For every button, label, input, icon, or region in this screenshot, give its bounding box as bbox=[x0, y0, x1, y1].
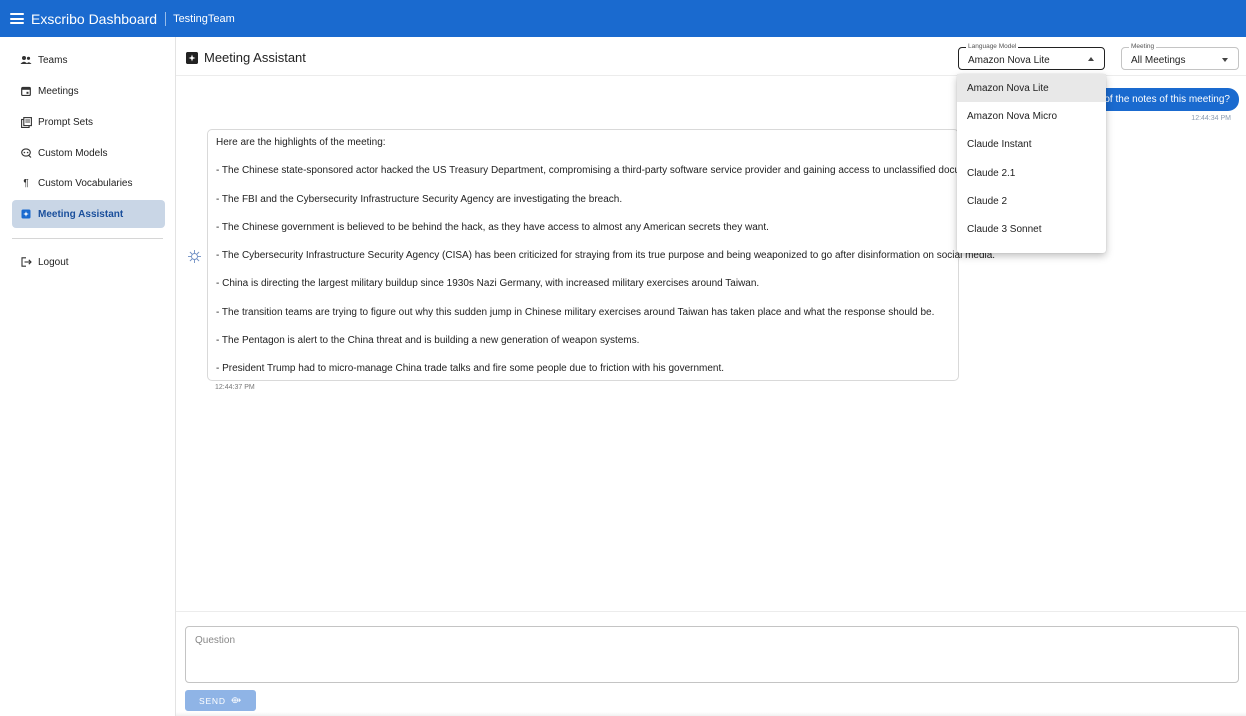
sidebar-item-custom-vocabularies[interactable]: ¶ Custom Vocabularies bbox=[12, 169, 165, 197]
bottom-shadow bbox=[176, 712, 1246, 716]
meeting-label: Meeting bbox=[1129, 43, 1157, 51]
sidebar-item-meeting-assistant[interactable]: Meeting Assistant bbox=[12, 200, 165, 228]
user-message-time: 12:44:34 PM bbox=[1191, 115, 1231, 122]
assistant-message: Here are the highlights of the meeting: … bbox=[207, 129, 996, 381]
menu-icon[interactable] bbox=[10, 13, 24, 24]
assistant-message-line: - The Cybersecurity Infrastructure Secur… bbox=[216, 250, 996, 262]
send-icon: ⟴ bbox=[230, 695, 243, 705]
page-title: Meeting Assistant bbox=[204, 50, 306, 65]
model-option[interactable]: Claude 3 Sonnet bbox=[957, 215, 1106, 243]
meeting-value: All Meetings bbox=[1131, 55, 1186, 66]
assistant-message-line: - The transition teams are trying to fig… bbox=[216, 306, 935, 318]
library-icon bbox=[20, 116, 32, 128]
sidebar-item-label: Meeting Assistant bbox=[38, 208, 124, 220]
language-model-value: Amazon Nova Lite bbox=[968, 55, 1050, 66]
user-message-text: s of the notes of this meeting? bbox=[1096, 94, 1230, 105]
send-button[interactable]: SEND ⟴ bbox=[185, 690, 256, 711]
caret-down-icon bbox=[1222, 58, 1228, 62]
logout-icon bbox=[20, 256, 32, 268]
sidebar: Teams Meetings Prompt Sets Custom Models… bbox=[0, 37, 176, 716]
calendar-icon bbox=[20, 85, 32, 97]
assistant-icon bbox=[186, 52, 198, 64]
sidebar-item-logout[interactable]: Logout bbox=[12, 248, 165, 276]
assistant-icon bbox=[20, 208, 32, 220]
sidebar-item-prompt-sets[interactable]: Prompt Sets bbox=[12, 108, 165, 136]
question-input[interactable] bbox=[185, 626, 1239, 683]
sidebar-item-custom-models[interactable]: Custom Models bbox=[12, 139, 165, 167]
assistant-message-line: - China is directing the largest militar… bbox=[216, 278, 760, 290]
assistant-message-line: Here are the highlights of the meeting: bbox=[216, 137, 386, 148]
language-model-label: Language Model bbox=[966, 43, 1019, 51]
sidebar-item-label: Prompt Sets bbox=[38, 116, 94, 128]
model-option[interactable]: Claude Instant bbox=[957, 131, 1106, 159]
sidebar-item-meetings[interactable]: Meetings bbox=[12, 77, 165, 105]
people-icon bbox=[20, 54, 32, 66]
caret-up-icon bbox=[1088, 57, 1094, 61]
pilcrow-icon: ¶ bbox=[23, 177, 29, 189]
input-divider bbox=[176, 611, 1246, 612]
sidebar-item-label: Custom Models bbox=[38, 147, 108, 159]
model-option[interactable]: Amazon Nova Lite bbox=[957, 74, 1106, 103]
sidebar-item-teams[interactable]: Teams bbox=[12, 46, 165, 74]
sidebar-item-label: Meetings bbox=[38, 85, 79, 97]
assistant-message-line: - The FBI and the Cybersecurity Infrastr… bbox=[216, 193, 623, 205]
assistant-message-time: 12:44:37 PM bbox=[215, 384, 255, 391]
team-name: TestingTeam bbox=[173, 12, 235, 25]
model-option[interactable]: Claude 2 bbox=[957, 187, 1106, 215]
bot-avatar-icon bbox=[187, 249, 202, 264]
assistant-message-line: - The Chinese government is believed to … bbox=[216, 221, 769, 233]
model-option[interactable]: Amazon Nova Micro bbox=[957, 102, 1106, 130]
assistant-message-line: - The Chinese state-sponsored actor hack… bbox=[216, 165, 991, 177]
sidebar-item-label: Teams bbox=[38, 54, 68, 66]
title-divider bbox=[165, 11, 167, 26]
language-model-dropdown: Amazon Nova Lite Amazon Nova Micro Claud… bbox=[957, 74, 1106, 253]
language-model-select[interactable]: Language Model Amazon Nova Lite bbox=[958, 43, 1105, 70]
app-title: Exscribo Dashboard bbox=[31, 10, 158, 27]
model-option[interactable]: Claude 2.1 bbox=[957, 159, 1106, 187]
meeting-select[interactable]: Meeting All Meetings bbox=[1121, 43, 1239, 70]
send-label: SEND bbox=[198, 695, 226, 706]
model-icon bbox=[20, 147, 32, 159]
sidebar-divider bbox=[12, 238, 163, 239]
app-bar: Exscribo Dashboard TestingTeam bbox=[0, 0, 1246, 37]
assistant-message-line: - The Pentagon is alert to the China thr… bbox=[216, 335, 640, 347]
sidebar-item-label: Custom Vocabularies bbox=[38, 177, 133, 189]
sidebar-item-label: Logout bbox=[38, 256, 69, 268]
assistant-message-line: - President Trump had to micro-manage Ch… bbox=[216, 363, 725, 375]
